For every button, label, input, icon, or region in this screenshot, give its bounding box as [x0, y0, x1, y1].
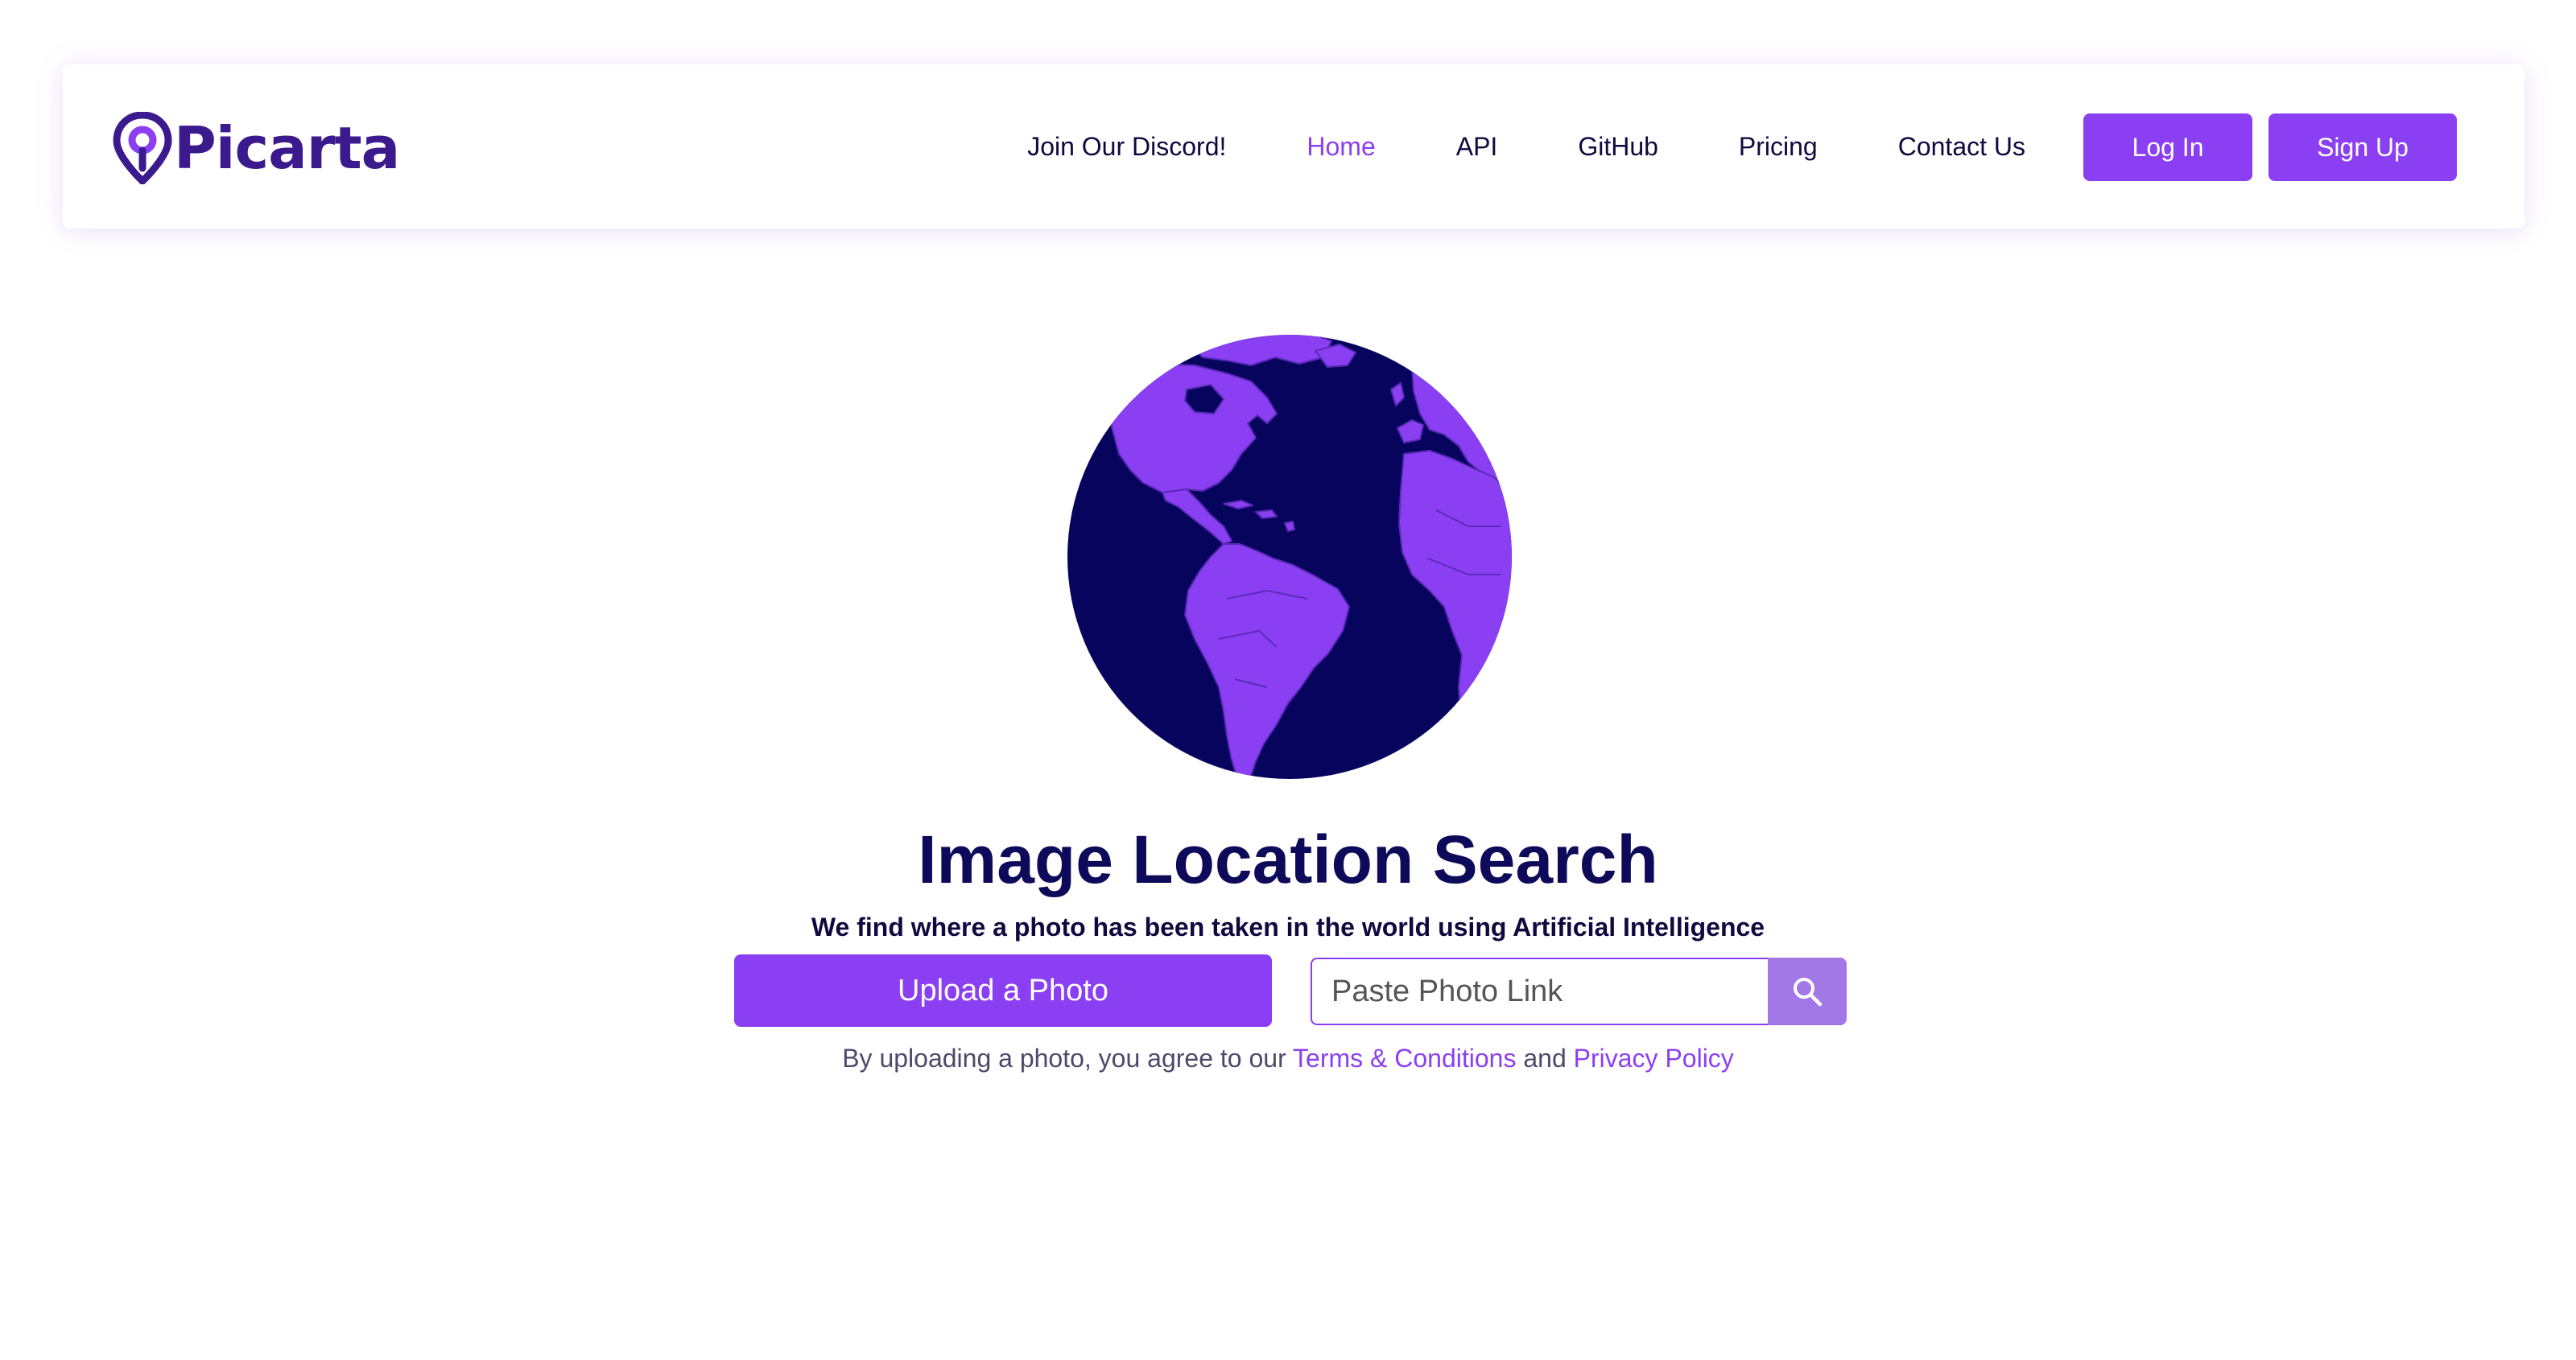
upload-photo-button[interactable]: Upload a Photo — [734, 954, 1272, 1027]
terms-link[interactable]: Terms & Conditions — [1293, 1044, 1516, 1073]
nav-link-api[interactable]: API — [1456, 132, 1498, 162]
page-subtitle: We find where a photo has been taken in … — [811, 913, 1765, 942]
page-title: Image Location Search — [918, 822, 1658, 897]
privacy-link[interactable]: Privacy Policy — [1574, 1044, 1734, 1073]
agreement-conjunction: and — [1523, 1044, 1567, 1073]
brand-name: Picarta — [174, 114, 400, 182]
top-navbar: Picarta Join Our Discord! Home API GitHu… — [63, 64, 2524, 229]
brand-logo[interactable]: Picarta — [113, 111, 400, 185]
login-button[interactable]: Log In — [2083, 113, 2252, 181]
nav-link-github[interactable]: GitHub — [1578, 132, 1658, 162]
location-pin-icon — [113, 112, 172, 184]
nav-link-discord[interactable]: Join Our Discord! — [1027, 132, 1226, 162]
photo-link-input[interactable] — [1311, 958, 1769, 1025]
signup-button[interactable]: Sign Up — [2268, 113, 2457, 181]
globe-icon — [1067, 335, 1512, 779]
nav-link-contact[interactable]: Contact Us — [1898, 132, 2025, 162]
nav-link-home[interactable]: Home — [1307, 132, 1375, 162]
agreement-text: By uploading a photo, you agree to our T… — [0, 1041, 2576, 1075]
search-button[interactable] — [1768, 958, 1847, 1025]
agreement-prefix: By uploading a photo, you agree to our — [842, 1044, 1286, 1073]
search-icon — [1794, 978, 1823, 1007]
upload-photo-label: Upload a Photo — [898, 973, 1108, 1008]
nav-link-pricing[interactable]: Pricing — [1739, 132, 1818, 162]
main-nav: Join Our Discord! Home API GitHub Pricin… — [1027, 64, 2025, 229]
